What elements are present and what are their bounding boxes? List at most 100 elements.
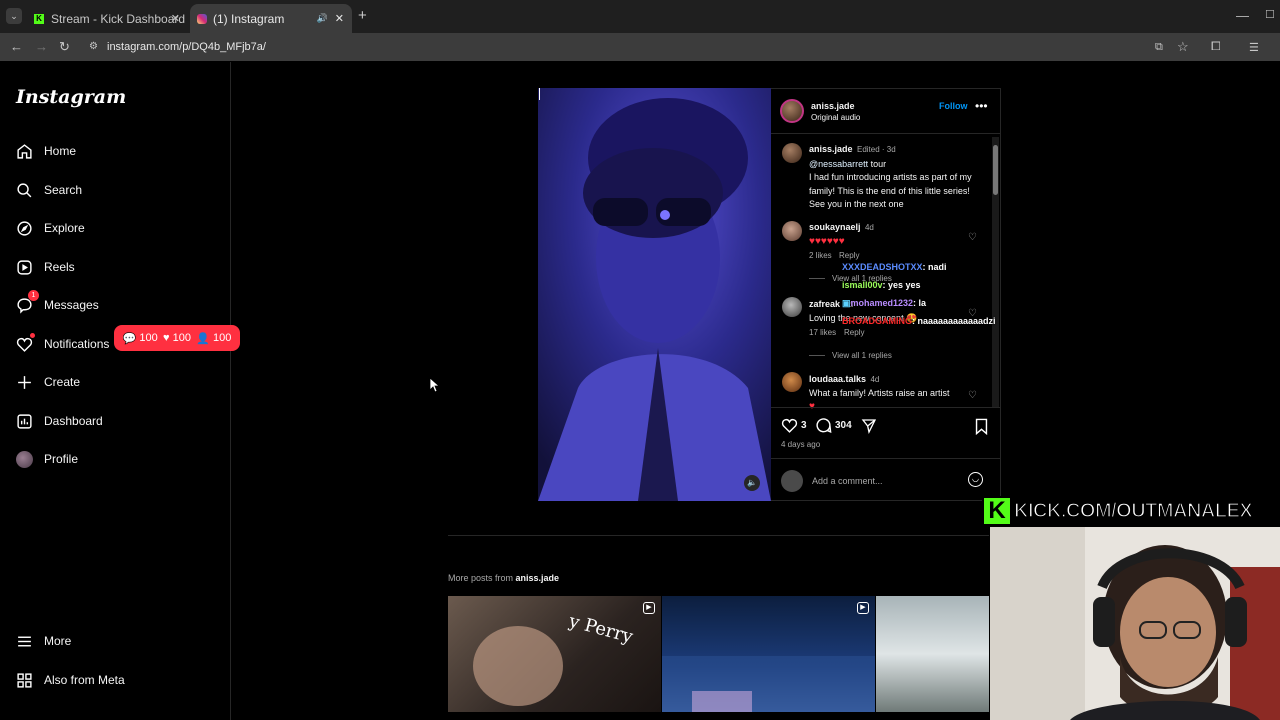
avatar xyxy=(781,470,803,492)
post-details-panel: aniss.jade Original audio Follow ••• ani… xyxy=(771,88,1001,501)
more-post-thumbnail[interactable]: ▶ xyxy=(662,596,875,712)
commenter-avatar[interactable] xyxy=(782,221,802,241)
sidebar-item-search[interactable]: Search xyxy=(16,178,82,202)
comment-text: ♥♥♥♥♥♥ xyxy=(809,236,845,247)
heart-icon xyxy=(781,418,798,433)
instagram-favicon xyxy=(197,13,207,24)
author-username[interactable]: aniss.jade xyxy=(811,101,855,111)
comment-username[interactable]: soukaynaelj xyxy=(809,222,861,232)
svg-text:y Perry: y Perry xyxy=(566,610,636,648)
commenter-avatar[interactable] xyxy=(782,297,802,317)
browser-address-bar: ← → ↻ ⚙ instagram.com/p/DQ4b_MFjb7a/ ⧉ ☆… xyxy=(0,33,1280,61)
comment-icon: 💬 xyxy=(122,332,137,345)
tab-list-button[interactable]: ⌄ xyxy=(6,8,22,24)
comment-username[interactable]: zafreak xyxy=(809,299,840,309)
like-count: 100 xyxy=(172,332,191,344)
back-icon[interactable]: ← xyxy=(10,39,23,54)
caption: aniss.jade Edited · 3d @nessabarrett tou… xyxy=(809,142,984,211)
sidebar-item-profile[interactable]: Profile xyxy=(16,447,78,471)
sidebar-item-also-from-meta[interactable]: Also from Meta xyxy=(16,668,125,692)
caption-mention-rest: tour xyxy=(868,158,887,169)
comment-likes[interactable]: 17 likes xyxy=(809,328,836,337)
more-posts-divider xyxy=(448,535,989,536)
comment-button[interactable]: 304 xyxy=(815,417,852,434)
forward-icon[interactable]: → xyxy=(35,39,48,54)
more-options-icon[interactable]: ••• xyxy=(975,99,988,113)
add-comment-input[interactable]: Add a comment... xyxy=(812,476,883,486)
comments-count: 304 xyxy=(835,420,852,431)
webcam-image xyxy=(990,527,1280,720)
more-post-thumbnail[interactable]: y Perry ▶ xyxy=(448,596,661,712)
more-post-thumbnail[interactable] xyxy=(876,596,989,712)
sidebar-item-label: Also from Meta xyxy=(44,673,125,687)
speaker-icon[interactable]: 🔊 xyxy=(317,13,328,24)
sidebar-item-more[interactable]: More xyxy=(16,629,71,653)
commenter-avatar[interactable] xyxy=(782,372,802,392)
menu-icon xyxy=(18,636,31,646)
kick-logo: K xyxy=(982,496,1012,526)
tab-title: Stream - Kick Dashboard xyxy=(51,11,186,26)
chat-overlay-line: ▣mohamed1232: la xyxy=(842,298,926,309)
instagram-logo[interactable]: Instagram xyxy=(16,86,126,108)
maximize-icon[interactable]: ☐ xyxy=(1265,8,1275,21)
mute-toggle-icon[interactable]: 🔈 xyxy=(744,475,760,491)
caption-avatar[interactable] xyxy=(782,143,802,163)
reply-button[interactable]: Reply xyxy=(839,251,859,260)
view-replies-button[interactable]: View all 1 replies xyxy=(832,351,892,360)
install-app-icon[interactable]: ⧉ xyxy=(1155,41,1163,54)
close-icon[interactable]: ✕ xyxy=(171,12,180,25)
reel-icon: ▶ xyxy=(643,602,655,614)
url-field[interactable]: instagram.com/p/DQ4b_MFjb7a/ xyxy=(107,41,266,53)
tab-kick-dashboard[interactable]: K Stream - Kick Dashboard ✕ xyxy=(28,4,186,33)
meta-icon xyxy=(17,672,32,688)
post-video[interactable]: 🔈 xyxy=(538,88,771,501)
comments-scrollbar[interactable] xyxy=(992,137,999,407)
reading-list-icon[interactable]: ☰ xyxy=(1249,41,1259,54)
likes-count: 3 xyxy=(801,420,807,431)
comment-username[interactable]: loudaaa.talks xyxy=(809,374,866,384)
video-frame xyxy=(538,88,771,501)
comment-text: What a family! Artists raise an artist xyxy=(809,388,950,398)
author-avatar[interactable] xyxy=(780,99,804,123)
post-date[interactable]: 4 days ago xyxy=(781,440,820,449)
reels-icon xyxy=(17,259,32,275)
comment-likes[interactable]: 2 likes xyxy=(809,251,832,260)
like-comment-icon[interactable]: ♡ xyxy=(968,390,977,401)
comment-time: 4d xyxy=(864,223,874,232)
reload-icon[interactable]: ↻ xyxy=(59,39,70,55)
share-icon[interactable] xyxy=(861,418,877,434)
sidebar-item-label: Reels xyxy=(44,260,75,274)
caption-username[interactable]: aniss.jade xyxy=(809,144,853,154)
more-posts-username[interactable]: aniss.jade xyxy=(516,573,560,583)
kick-channel-url: KICK.COM/OUTMANALEX xyxy=(1013,499,1253,523)
chat-user: BROADGAMING xyxy=(842,316,912,326)
extensions-icon[interactable]: ⧠ xyxy=(1211,39,1221,54)
caption-mention[interactable]: @nessabarrett xyxy=(809,159,868,169)
tab-instagram[interactable]: (1) Instagram 🔊 ✕ xyxy=(190,4,352,33)
dashboard-icon xyxy=(17,413,32,429)
reply-button[interactable]: Reply xyxy=(844,328,864,337)
reply-divider xyxy=(809,278,825,279)
sidebar-item-notifications[interactable]: Notifications xyxy=(16,332,109,356)
sidebar-item-home[interactable]: Home xyxy=(16,139,76,163)
sidebar-item-explore[interactable]: Explore xyxy=(16,216,85,240)
close-icon[interactable]: ✕ xyxy=(335,12,344,25)
bookmark-star-icon[interactable]: ☆ xyxy=(1177,39,1189,55)
emoji-icon[interactable]: ◡ xyxy=(968,472,983,487)
notification-dot xyxy=(30,333,35,338)
chat-message: : nadi xyxy=(922,262,947,272)
like-comment-icon[interactable]: ♡ xyxy=(968,232,977,243)
sidebar-item-create[interactable]: Create xyxy=(16,370,80,394)
minimize-icon[interactable]: — xyxy=(1236,8,1249,23)
sidebar-item-dashboard[interactable]: Dashboard xyxy=(16,409,103,433)
sidebar-item-messages[interactable]: 1 Messages xyxy=(16,290,99,317)
notifications-summary-pill[interactable]: 💬 100 ♥ 100 👤 100 xyxy=(114,325,240,351)
like-button[interactable]: 3 xyxy=(781,417,807,434)
sidebar-item-reels[interactable]: Reels xyxy=(16,255,75,279)
audio-label[interactable]: Original audio xyxy=(811,113,860,122)
site-info-icon[interactable]: ⚙ xyxy=(89,41,98,52)
follow-count: 100 xyxy=(212,332,232,344)
save-bookmark-icon[interactable] xyxy=(974,418,989,435)
follow-button[interactable]: Follow xyxy=(939,101,968,111)
new-tab-button[interactable]: + xyxy=(358,7,367,24)
